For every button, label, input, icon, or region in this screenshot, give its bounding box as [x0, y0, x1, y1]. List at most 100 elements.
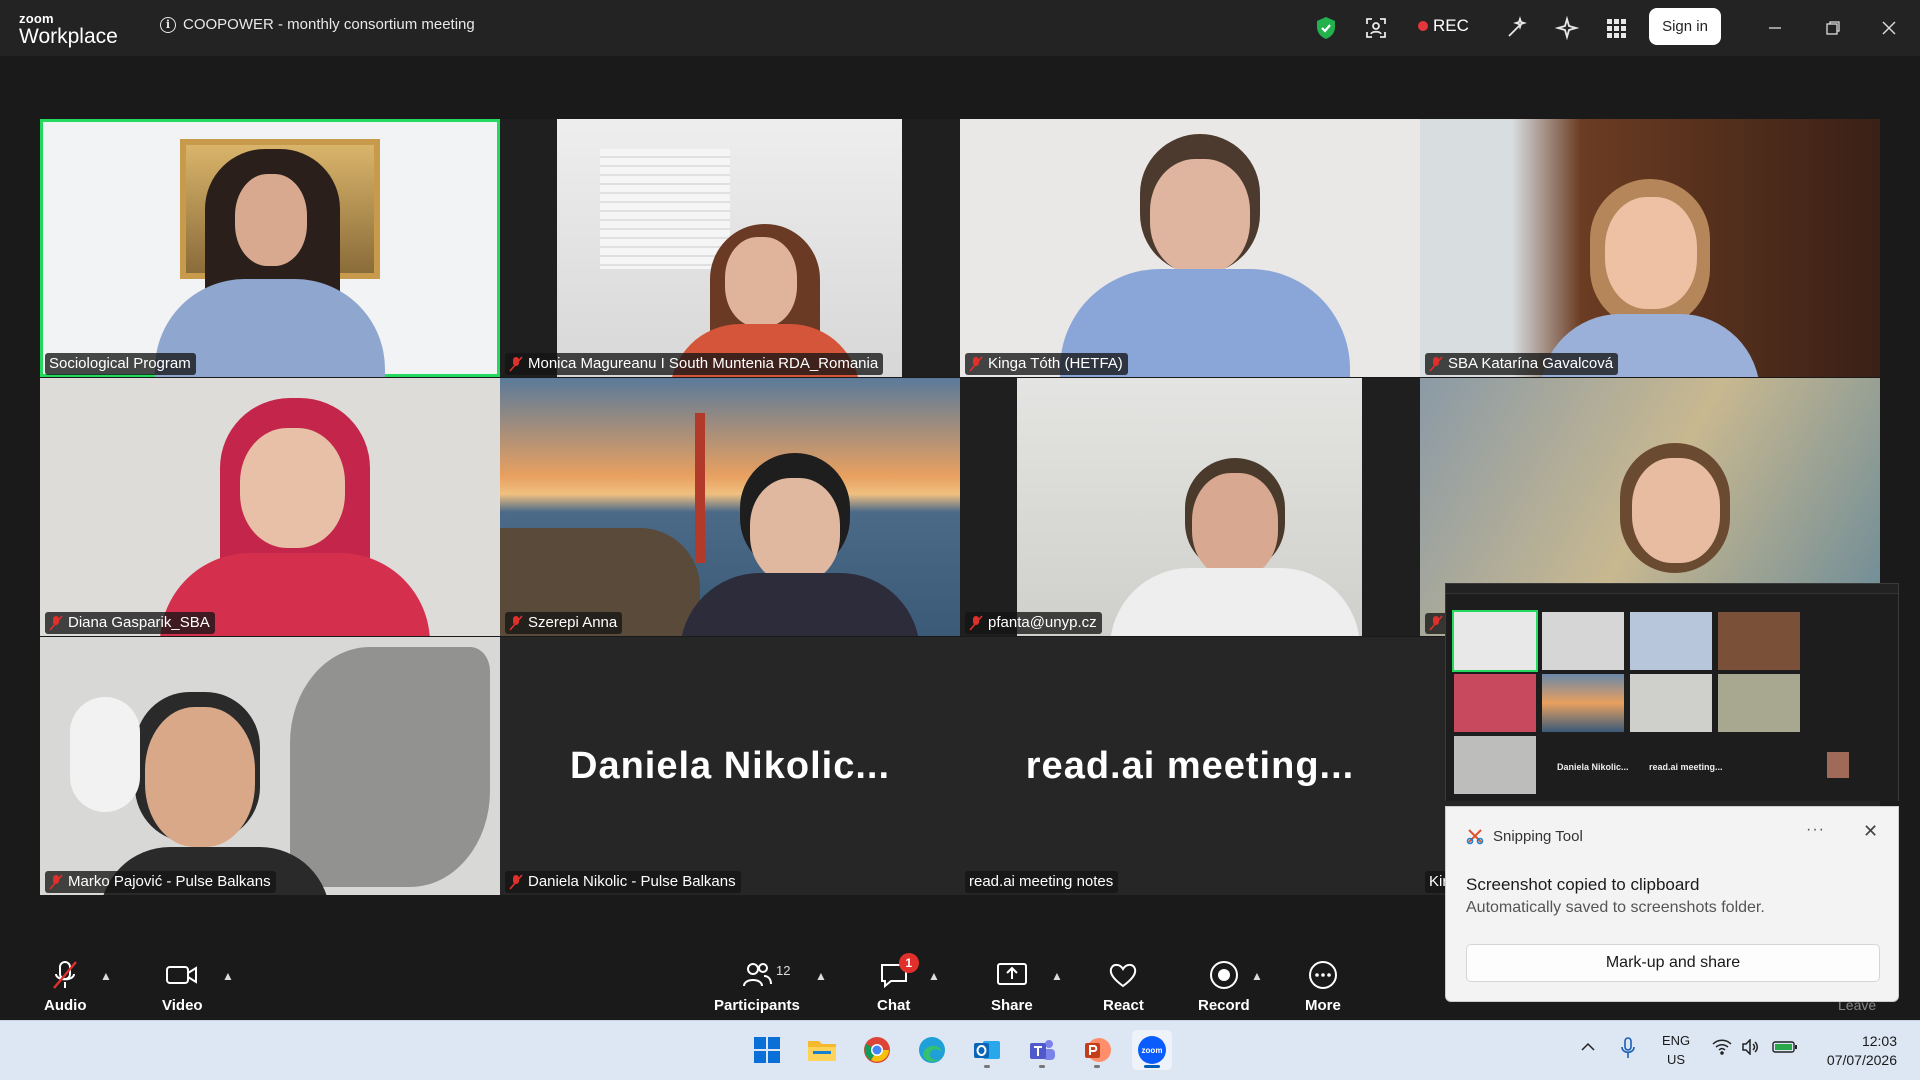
toast-subtext: Automatically saved to screenshots folde…: [1466, 899, 1765, 916]
preview-tile-label: Daniela Nikolic...: [1557, 762, 1629, 772]
record-button[interactable]: Record: [1198, 959, 1250, 1014]
mark-up-and-share-button[interactable]: Mark-up and share: [1466, 944, 1880, 982]
video-label: Video: [162, 997, 203, 1014]
preview-tile: [1452, 610, 1538, 672]
participant-face: [1605, 197, 1697, 309]
show-hidden-icons-chevron-icon[interactable]: [1580, 1039, 1596, 1058]
participant-name-label: Daniela Nikolic - Pulse Balkans: [505, 871, 741, 893]
title-bar: zoom Workplace i COOPOWER - monthly cons…: [0, 0, 1920, 56]
recording-indicator[interactable]: REC: [1418, 16, 1469, 36]
participant-name-label: Marko Pajović - Pulse Balkans: [45, 871, 276, 893]
record-icon: [1209, 961, 1238, 989]
participant-name-label: read.ai meeting notes: [965, 871, 1119, 893]
language-indicator[interactable]: ENG US: [1662, 1031, 1690, 1069]
powerpoint-icon[interactable]: [1077, 1030, 1117, 1070]
zoom-icon[interactable]: zoom: [1132, 1030, 1172, 1070]
toast-header: Snipping Tool: [1466, 827, 1583, 845]
ai-companion-wand-icon[interactable]: [1503, 14, 1531, 42]
meeting-title-text: COOPOWER - monthly consortium meeting: [183, 16, 475, 33]
sign-in-button[interactable]: Sign in: [1649, 8, 1721, 45]
muted-mic-icon: [969, 355, 983, 372]
muted-mic-icon: [49, 614, 63, 631]
participant-name-label: Szerepi Anna: [505, 612, 623, 634]
meeting-title[interactable]: i COOPOWER - monthly consortium meeting: [160, 16, 475, 33]
video-tile[interactable]: Marko Pajović - Pulse Balkans: [40, 637, 500, 895]
share-screen-icon: [996, 963, 1027, 985]
participants-count: 12: [776, 963, 791, 978]
svg-text:zoom: zoom: [1142, 1046, 1163, 1055]
preview-tile: [1454, 736, 1536, 794]
file-explorer-icon[interactable]: [802, 1030, 842, 1070]
preview-tile: [1630, 674, 1712, 732]
video-options-caret-icon[interactable]: ▲: [222, 969, 234, 983]
windows-taskbar: zoom ENG US 12:03 07/07/2026: [0, 1020, 1920, 1080]
chat-label: Chat: [877, 997, 911, 1014]
start-icon[interactable]: [747, 1030, 787, 1070]
preview-tile: [1827, 752, 1849, 778]
share-caret-icon[interactable]: ▲: [1051, 969, 1063, 983]
participant-face: [1150, 159, 1250, 274]
focus-view-icon[interactable]: [1362, 14, 1390, 42]
react-label: React: [1103, 997, 1144, 1014]
sparkle-icon[interactable]: [1553, 14, 1581, 42]
chat-badge: 1: [898, 953, 919, 973]
video-tile[interactable]: Szerepi Anna: [500, 378, 960, 636]
encryption-shield-icon[interactable]: [1312, 14, 1340, 42]
logo-product: Workplace: [19, 25, 118, 48]
video-button[interactable]: Video: [162, 959, 203, 1014]
video-tile[interactable]: Monica Magureanu I South Muntenia RDA_Ro…: [500, 119, 960, 377]
battery-icon[interactable]: [1772, 1040, 1798, 1057]
rec-label: REC: [1433, 16, 1469, 35]
plant-leaves: [290, 647, 490, 887]
close-window-icon[interactable]: [1873, 12, 1905, 44]
audio-button[interactable]: Audio: [44, 959, 87, 1014]
video-tile[interactable]: pfanta@unyp.cz: [960, 378, 1420, 636]
toast-app-name: Snipping Tool: [1493, 827, 1583, 845]
video-tile[interactable]: Kinga Tóth (HETFA): [960, 119, 1420, 377]
video-tile[interactable]: Sociological Program: [40, 119, 500, 377]
edge-icon[interactable]: [912, 1030, 952, 1070]
chat-button[interactable]: 1 Chat: [877, 953, 919, 1014]
participant-name-label: SBA Katarína Gavalcová: [1425, 353, 1619, 375]
headphones: [70, 697, 140, 812]
participant-face: [145, 707, 255, 847]
more-icon: [1308, 961, 1337, 989]
record-dot-icon: [1418, 21, 1428, 31]
preview-tile: [1454, 674, 1536, 732]
toast-close-icon[interactable]: ✕: [1863, 821, 1878, 842]
audio-options-caret-icon[interactable]: ▲: [100, 969, 112, 983]
more-button[interactable]: More: [1305, 959, 1341, 1014]
toast-more-icon[interactable]: ···: [1806, 821, 1825, 839]
volume-icon[interactable]: [1741, 1038, 1761, 1058]
participant-name-label: Monica Magureanu I South Muntenia RDA_Ro…: [505, 353, 884, 375]
react-button[interactable]: React: [1103, 959, 1144, 1014]
toast-message: Screenshot copied to clipboard: [1466, 875, 1700, 894]
restore-icon[interactable]: [1817, 12, 1849, 44]
apps-grid-icon[interactable]: [1602, 14, 1630, 42]
outlook-icon[interactable]: [967, 1030, 1007, 1070]
microphone-icon[interactable]: [1620, 1037, 1636, 1062]
clock-time: 12:03: [1861, 1033, 1897, 1049]
share-button[interactable]: Share: [991, 959, 1033, 1014]
system-clock[interactable]: 12:03 07/07/2026: [1815, 1032, 1897, 1070]
video-tile[interactable]: SBA Katarína Gavalcová: [1420, 119, 1880, 377]
video-tile[interactable]: Diana Gasparik_SBA: [40, 378, 500, 636]
info-icon[interactable]: i: [160, 16, 176, 33]
participant-face: [725, 237, 797, 327]
teams-icon[interactable]: [1022, 1030, 1062, 1070]
chat-caret-icon[interactable]: ▲: [928, 969, 940, 983]
participants-caret-icon[interactable]: ▲: [815, 969, 827, 983]
muted-mic-icon: [509, 614, 523, 631]
video-tile[interactable]: read.ai meeting... read.ai meeting notes: [960, 637, 1420, 895]
bridge-tower: [695, 413, 705, 563]
heart-icon: [1110, 963, 1137, 988]
muted-mic-icon: [53, 961, 78, 989]
audio-label: Audio: [44, 997, 87, 1014]
wifi-icon[interactable]: [1712, 1039, 1732, 1058]
screenshot-preview[interactable]: Daniela Nikolic... read.ai meeting...: [1445, 583, 1899, 801]
record-caret-icon[interactable]: ▲: [1251, 969, 1263, 983]
video-tile[interactable]: Daniela Nikolic... Daniela Nikolic - Pul…: [500, 637, 960, 895]
snipping-tool-notification[interactable]: Snipping Tool ··· ✕ Screenshot copied to…: [1445, 806, 1899, 1002]
minimize-icon[interactable]: [1759, 12, 1791, 44]
chrome-icon[interactable]: [857, 1030, 897, 1070]
